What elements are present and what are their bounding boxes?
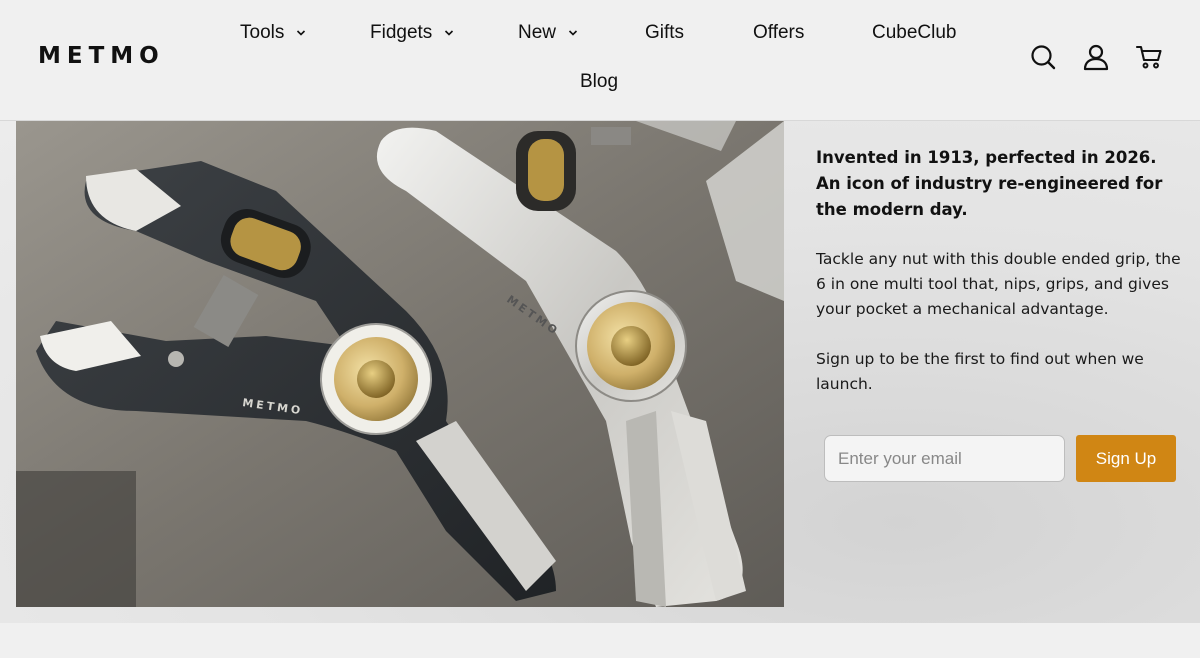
- nav-item-label: New: [518, 22, 557, 43]
- search-icon[interactable]: [1029, 43, 1057, 71]
- nav-item-blog[interactable]: Blog: [580, 71, 618, 93]
- nav-item-label: CubeClub: [872, 22, 957, 43]
- nav-item-tools[interactable]: Tools: [240, 22, 306, 44]
- chevron-down-icon: [445, 30, 454, 36]
- nav-item-label: Offers: [753, 22, 805, 43]
- product-copy: Invented in 1913, perfected in 2026. An …: [816, 145, 1186, 397]
- product-hero: METMO METMO Invented in 1913, perfected …: [0, 121, 1200, 623]
- product-description: Tackle any nut with this double ended gr…: [816, 250, 1181, 318]
- nav-item-cubeclub[interactable]: CubeClub: [872, 22, 957, 44]
- cart-icon[interactable]: [1135, 43, 1163, 71]
- nav-item-label: Gifts: [645, 22, 685, 43]
- product-image: METMO METMO: [16, 121, 784, 607]
- multi-tool-illustration: METMO METMO: [16, 121, 784, 607]
- nav-item-label: Blog: [580, 71, 619, 92]
- account-icon[interactable]: [1082, 43, 1110, 71]
- nav-item-fidgets[interactable]: Fidgets: [370, 22, 454, 44]
- nav-item-label: Fidgets: [370, 22, 433, 43]
- email-field[interactable]: [824, 435, 1065, 482]
- signup-prompt: Sign up to be the first to find out when…: [816, 350, 1144, 393]
- nav-item-offers[interactable]: Offers: [753, 22, 804, 44]
- chevron-down-icon: [297, 30, 306, 36]
- site-header: METMO Tools Fidgets New Gifts Offers Cub…: [0, 0, 1200, 121]
- nav-item-label: Tools: [240, 22, 285, 43]
- product-headline: Invented in 1913, perfected in 2026. An …: [816, 148, 1163, 219]
- nav-item-new[interactable]: New: [518, 22, 578, 44]
- chevron-down-icon: [568, 30, 578, 36]
- page-footer-strip: [0, 623, 1200, 658]
- metmo-logo[interactable]: METMO: [38, 43, 165, 69]
- signup-button[interactable]: Sign Up: [1076, 435, 1176, 482]
- nav-item-gifts[interactable]: Gifts: [645, 22, 684, 44]
